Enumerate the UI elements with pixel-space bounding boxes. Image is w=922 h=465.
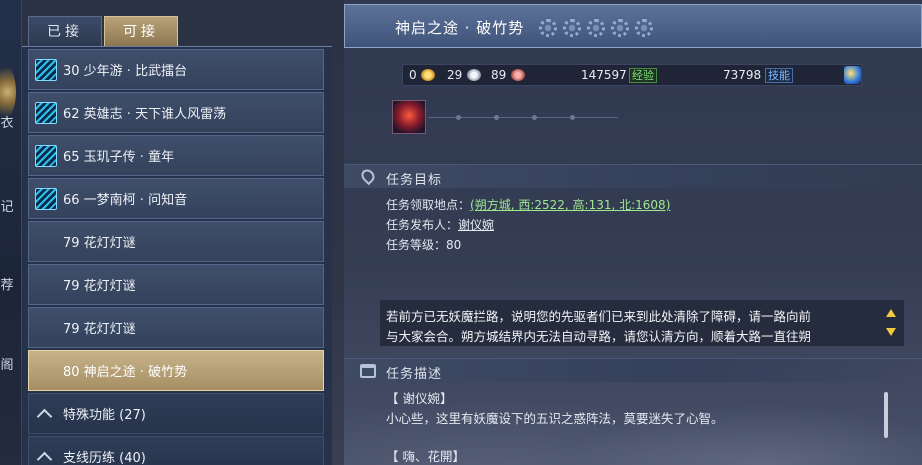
- copper-coin-icon: [511, 69, 525, 81]
- quest-item[interactable]: 65 玉玑子传 · 童年: [28, 135, 324, 176]
- category-label: 特殊功能 (27): [63, 408, 146, 423]
- progress-dot: [532, 115, 537, 120]
- location-link[interactable]: (朔方城, 西:2522, 高:131, 北:1608): [470, 198, 670, 212]
- publisher-line: 任务发布人：谢仪婉: [386, 216, 494, 233]
- quest-item[interactable]: 30 少年游 · 比武擂台: [28, 49, 324, 90]
- quest-title: 神启之途 · 破竹势: [395, 19, 525, 37]
- location-line: 任务领取地点：(朔方城, 西:2522, 高:131, 北:1608): [386, 196, 670, 213]
- copper-amount: 89: [491, 68, 507, 82]
- quest-item-label: 80 神启之途 · 破竹势: [63, 365, 188, 380]
- quest-item-label: 79 花灯灯谜: [63, 279, 136, 294]
- hint-box: 若前方已无妖魔拦路，说明您的先驱者们已来到此处清除了障碍，请一路向前 与大家会合…: [380, 300, 904, 346]
- skill-tag: 技能: [765, 68, 793, 83]
- progress-dot: [494, 115, 499, 120]
- quest-list: 30 少年游 · 比武擂台 62 英雄志 · 天下谁人风雷荡 65 玉玑子传 ·…: [22, 46, 332, 465]
- quest-item-label: 30 少年游 · 比武擂台: [63, 64, 188, 79]
- quest-item[interactable]: 79 花灯灯谜: [28, 264, 324, 305]
- quest-item[interactable]: 66 一梦南柯 · 问知音: [28, 178, 324, 219]
- gold-coin-icon: [421, 69, 435, 81]
- progress-dot: [570, 115, 575, 120]
- quest-item-label: 65 玉玑子传 · 童年: [63, 150, 175, 165]
- reward-item-icon[interactable]: [844, 66, 861, 84]
- description-scrollbar[interactable]: [884, 392, 888, 438]
- quest-type-icon: [35, 187, 57, 210]
- tab-accepted[interactable]: 已接: [28, 16, 102, 46]
- difficulty-star-icon: [563, 19, 581, 37]
- difficulty-star-icon: [539, 19, 557, 37]
- quest-detail-panel: 神启之途 · 破竹势 0 29 89 147597 经验 73798 技能 任务…: [344, 0, 922, 465]
- gold-amount: 0: [409, 68, 417, 82]
- skill-amount: 73798: [723, 68, 762, 82]
- scroll-icon: [360, 364, 376, 378]
- side-nav-strip: 衣 记 荐 阁: [0, 0, 22, 465]
- publisher-link[interactable]: 谢仪婉: [458, 218, 494, 232]
- desc-speaker: 【 嗨、花開】: [386, 449, 465, 464]
- desc-speaker: 【 谢仪婉】: [386, 391, 453, 406]
- location-label: 任务领取地点：: [386, 198, 471, 212]
- quest-item-label: 79 花灯灯谜: [63, 236, 136, 251]
- level-line: 任务等级：80: [386, 236, 461, 253]
- quest-type-icon: [35, 58, 57, 81]
- category-label: 支线历练 (40): [63, 451, 146, 465]
- reward-item-slot[interactable]: [392, 100, 426, 134]
- scroll-up-icon[interactable]: [886, 309, 896, 317]
- quest-type-icon: [35, 101, 57, 124]
- level-value: 80: [446, 238, 462, 252]
- location-pin-icon: [358, 166, 378, 186]
- objective-header-label: 任务目标: [386, 173, 443, 188]
- quest-type-icon: [35, 144, 57, 167]
- difficulty-star-icon: [635, 19, 653, 37]
- description-header: 任务描述: [344, 358, 922, 382]
- side-nav-item[interactable]: 荐: [0, 274, 14, 293]
- quest-item-label: 62 英雄志 · 天下谁人风雷荡: [63, 107, 227, 122]
- quest-item-selected[interactable]: 80 神启之途 · 破竹势: [28, 350, 324, 391]
- chevron-up-icon: [37, 406, 53, 422]
- side-nav-item[interactable]: 衣: [0, 112, 14, 131]
- tab-available[interactable]: 可接: [104, 16, 178, 46]
- side-nav-item[interactable]: 记: [0, 196, 14, 215]
- exp-amount: 147597: [581, 68, 627, 82]
- quest-item-label: 79 花灯灯谜: [63, 322, 136, 337]
- hint-line: 若前方已无妖魔拦路，说明您的先驱者们已来到此处清除了障碍，请一路向前: [386, 309, 812, 324]
- rewards-bar: 0 29 89 147597 经验 73798 技能: [402, 64, 862, 86]
- description-header-label: 任务描述: [386, 367, 443, 382]
- objective-header: 任务目标: [344, 164, 922, 188]
- desc-text: 小心些，这里有妖魔设下的五识之惑阵法，莫要迷失了心智。: [386, 411, 724, 426]
- quest-item-label: 66 一梦南柯 · 问知音: [63, 193, 188, 208]
- exp-tag: 经验: [629, 68, 657, 83]
- silver-amount: 29: [447, 68, 463, 82]
- level-label: 任务等级：: [386, 238, 447, 252]
- quest-title-bar: 神启之途 · 破竹势: [344, 4, 922, 48]
- publisher-label: 任务发布人：: [386, 218, 459, 232]
- category-special[interactable]: 特殊功能 (27): [28, 393, 324, 434]
- difficulty-star-icon: [587, 19, 605, 37]
- quest-item[interactable]: 79 花灯灯谜: [28, 221, 324, 262]
- category-side[interactable]: 支线历练 (40): [28, 436, 324, 465]
- quest-tabs: 已接 可接: [28, 16, 178, 46]
- progress-dot: [456, 115, 461, 120]
- difficulty-star-icon: [611, 19, 629, 37]
- scroll-down-icon[interactable]: [886, 328, 896, 336]
- silver-coin-icon: [467, 69, 481, 81]
- hint-line: 与大家会合。朔方城结界内无法自动寻路，请您认清方向，顺着大路一直往朔: [386, 329, 812, 344]
- quest-item[interactable]: 79 花灯灯谜: [28, 307, 324, 348]
- side-nav-item[interactable]: 阁: [0, 354, 14, 373]
- chevron-up-icon: [37, 449, 53, 465]
- quest-item[interactable]: 62 英雄志 · 天下谁人风雷荡: [28, 92, 324, 133]
